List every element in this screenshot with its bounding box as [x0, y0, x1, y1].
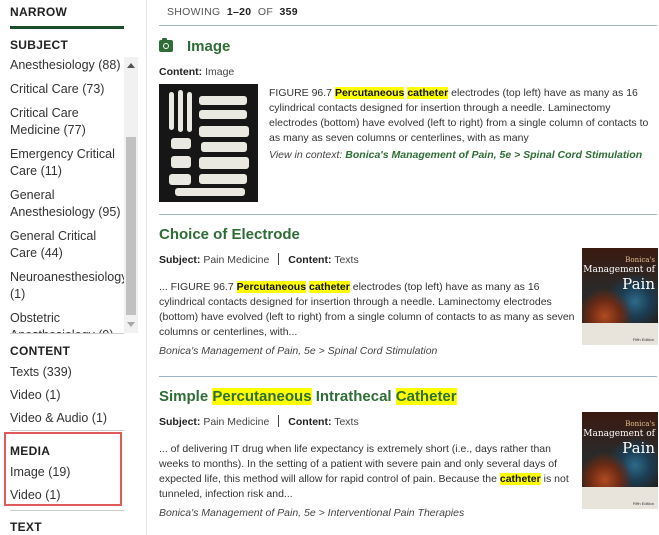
content-label: Content:	[288, 416, 332, 428]
content-label: Content:	[288, 254, 332, 266]
cover-title-line: Pain	[622, 275, 655, 293]
meta-separator	[278, 415, 280, 427]
result-3-source[interactable]: Bonica's Management of Pain, 5e > Interv…	[159, 507, 464, 519]
result-2-source[interactable]: Bonica's Management of Pain, 5e > Spinal…	[159, 345, 437, 357]
facet-content-video-audio[interactable]: Video & Audio (1)	[10, 410, 122, 427]
cover-title-line: Bonica's	[625, 420, 655, 428]
snippet-text: FIGURE 96.7	[269, 87, 335, 99]
result-2-meta: Subject: Pain Medicine Content: Texts	[159, 253, 359, 266]
context-link[interactable]: Bonica's Management of Pain, 5e > Spinal…	[345, 149, 642, 161]
book-cover-thumbnail[interactable]: Bonica's Management of Pain Fifth Editio…	[582, 412, 658, 509]
sidebar-divider	[146, 0, 147, 535]
showing-of: OF	[257, 6, 274, 18]
cover-edition: Fifth Edition	[632, 501, 654, 506]
showing-total: 359	[279, 6, 298, 18]
narrow-rule	[10, 26, 124, 29]
content-value: Texts	[334, 254, 359, 266]
subject-label: Subject:	[159, 254, 201, 266]
highlight-term: Catheter	[395, 388, 457, 405]
result-2-title[interactable]: Choice of Electrode	[159, 226, 300, 243]
results-top-rule	[159, 25, 657, 26]
subject-divider	[10, 333, 124, 334]
result-1-title[interactable]: Image	[187, 38, 230, 55]
result-divider	[159, 376, 657, 377]
cover-edition: Fifth Edition	[632, 337, 654, 342]
highlight-term: Percutaneous	[334, 87, 405, 99]
content-heading: CONTENT	[10, 344, 71, 358]
facet-subject-general-critical-care[interactable]: General Critical Care (44)	[10, 228, 122, 262]
subject-heading: SUBJECT	[10, 38, 69, 52]
cover-title-line: Pain	[622, 439, 655, 457]
cover-title-line: Management of	[583, 429, 655, 439]
showing-range: 1–20	[226, 6, 252, 18]
scrollbar-thumb[interactable]	[126, 137, 136, 315]
narrow-sidebar: NARROW SUBJECT Anesthesiology (88) Criti…	[0, 0, 146, 535]
facet-subject-emergency-critical-care[interactable]: Emergency Critical Care (11)	[10, 146, 122, 180]
content-label: Content:	[159, 66, 203, 78]
scroll-down-arrow-icon[interactable]	[127, 322, 135, 327]
cover-footer: Fifth Edition	[582, 487, 658, 509]
facet-subject-general-anesthesiology[interactable]: General Anesthesiology (95)	[10, 187, 122, 221]
subject-scrollbar[interactable]	[124, 57, 138, 333]
facet-subject-critical-care-medicine[interactable]: Critical Care Medicine (77)	[10, 105, 122, 139]
subject-facet-scroll[interactable]: Anesthesiology (88) Critical Care (73) C…	[10, 57, 141, 333]
content-value: Texts	[334, 416, 359, 428]
result-3-title[interactable]: Simple Percutaneous Intrathecal Catheter	[159, 388, 457, 405]
results-count: SHOWING 1–20 OF 359	[167, 6, 298, 18]
facet-subject-anesthesiology[interactable]: Anesthesiology (88)	[10, 57, 122, 74]
highlight-term: catheter	[308, 281, 350, 293]
highlight-term: catheter	[407, 87, 449, 99]
media-heading: MEDIA	[10, 444, 51, 458]
result-2-snippet: ... FIGURE 96.7 Percutaneous catheter el…	[159, 280, 575, 340]
facet-media-image[interactable]: Image (19)	[10, 464, 122, 481]
subject-value: Pain Medicine	[203, 254, 270, 266]
snippet-text: ... of delivering IT drug when life expe…	[159, 443, 558, 485]
cover-title-line: Bonica's	[625, 256, 655, 264]
facet-subject-obstetric-anesthesiology[interactable]: Obstetric Anesthesiology (9)	[10, 310, 122, 333]
facet-media-video[interactable]: Video (1)	[10, 487, 122, 504]
content-divider	[10, 430, 124, 431]
subject-value: Pain Medicine	[203, 416, 270, 428]
title-text: Intrathecal	[311, 388, 396, 405]
title-text: Simple	[159, 388, 213, 405]
text-heading: TEXT	[10, 520, 42, 534]
subject-label: Subject:	[159, 416, 201, 428]
result-1-context: View in context: Bonica's Management of …	[269, 149, 642, 161]
cover-title-line: Management of	[583, 265, 655, 275]
result-3-meta: Subject: Pain Medicine Content: Texts	[159, 415, 359, 428]
figure-thumbnail[interactable]	[159, 84, 258, 202]
media-divider	[10, 510, 124, 511]
snippet-text: ... FIGURE 96.7	[159, 281, 237, 293]
highlight-term: Percutaneous	[236, 281, 307, 293]
context-prefix: View in context:	[269, 149, 343, 161]
facet-content-texts[interactable]: Texts (339)	[10, 364, 122, 381]
facet-subject-neuroanesthesiology[interactable]: Neuroanesthesiology (1)	[10, 269, 127, 303]
scroll-up-arrow-icon[interactable]	[127, 63, 135, 68]
book-cover-thumbnail[interactable]: Bonica's Management of Pain Fifth Editio…	[582, 248, 658, 345]
content-value: Image	[205, 66, 235, 78]
showing-label: SHOWING	[167, 6, 221, 18]
result-divider	[159, 214, 657, 215]
highlight-term: catheter	[499, 473, 541, 485]
result-1-meta: Content: Image	[159, 66, 234, 78]
narrow-title: NARROW	[10, 5, 68, 19]
camera-icon	[159, 38, 173, 52]
result-1-snippet: FIGURE 96.7 Percutaneous catheter electr…	[269, 86, 659, 146]
meta-separator	[278, 253, 280, 265]
facet-content-video[interactable]: Video (1)	[10, 387, 122, 404]
facet-subject-critical-care[interactable]: Critical Care (73)	[10, 81, 122, 98]
highlight-term: Percutaneous	[212, 388, 312, 405]
cover-footer: Fifth Edition	[582, 323, 658, 345]
result-3-snippet: ... of delivering IT drug when life expe…	[159, 442, 575, 502]
